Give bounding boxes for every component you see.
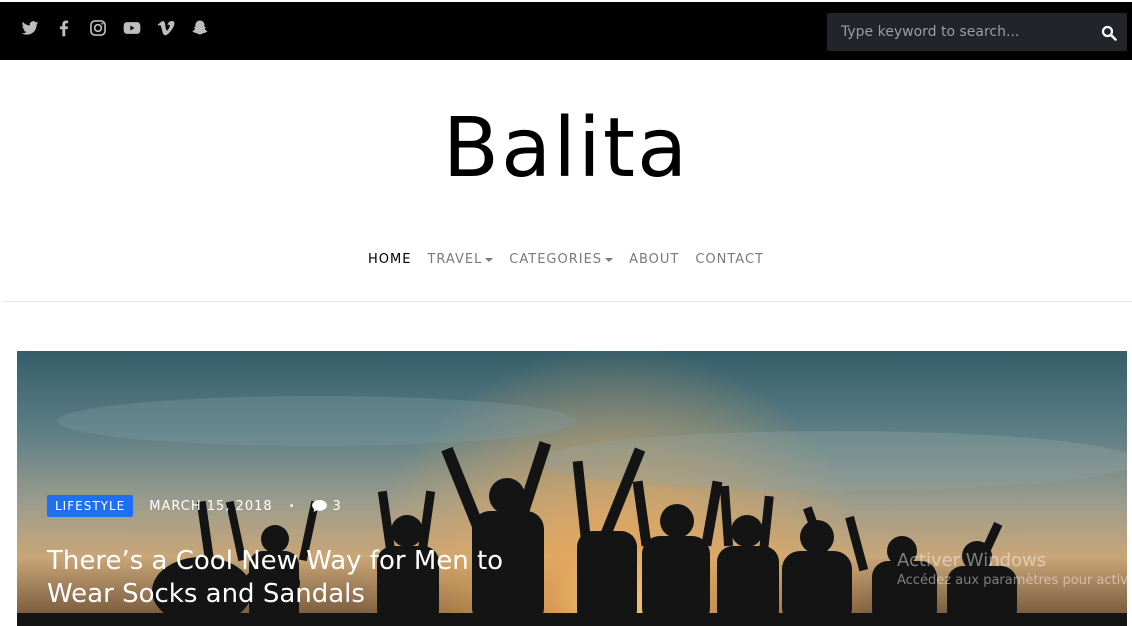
site-logo[interactable]: Balita [0,108,1132,190]
comment-count-value: 3 [332,498,342,514]
nav-item-label: CONTACT [695,252,764,267]
caret-down-icon [605,257,614,262]
nav-item-home[interactable]: HOME [368,252,411,267]
windows-activation-watermark: Activer Windows Accédez aux paramètres p… [897,550,1132,588]
twitter-icon[interactable] [20,17,40,39]
vimeo-icon[interactable] [156,17,176,39]
search-icon[interactable] [1101,25,1117,41]
header-divider [2,301,1132,302]
nav-item-label: CATEGORIES [509,252,603,267]
main-nav: HOME TRAVEL CATEGORIES ABOUT CONTACT [0,252,1132,267]
watermark-line-1: Activer Windows [897,550,1047,571]
post-title-line-2: Wear Socks and Sandals [47,579,365,609]
nav-item-categories[interactable]: CATEGORIES [509,252,614,267]
nav-item-label: HOME [367,252,412,267]
top-bar [0,2,1132,60]
nav-item-contact[interactable]: CONTACT [695,252,764,267]
comments-icon [311,500,327,512]
instagram-icon[interactable] [88,17,108,39]
search-box [827,13,1127,51]
nav-item-about[interactable]: ABOUT [629,252,679,267]
nav-item-travel[interactable]: TRAVEL [427,252,494,267]
caret-down-icon [485,257,494,262]
search-input[interactable] [827,13,1087,51]
category-badge[interactable]: LIFESTYLE [47,495,134,517]
post-title[interactable]: There’s a Cool New Way for Men to Wear S… [47,545,567,611]
meta-separator: • [288,500,296,512]
facebook-icon[interactable] [54,17,74,39]
post-title-line-1: There’s a Cool New Way for Men to [47,546,504,576]
comment-count[interactable]: 3 [311,498,342,514]
youtube-icon[interactable] [122,17,142,39]
social-links [20,17,210,39]
nav-item-label: ABOUT [629,252,680,267]
watermark-line-2: Accédez aux paramètres pour activer Wind… [897,573,1132,588]
snapchat-icon[interactable] [190,17,210,39]
nav-item-label: TRAVEL [427,252,483,267]
post-date: MARCH 15, 2018 [149,498,273,514]
post-meta: LIFESTYLE MARCH 15, 2018 • 3 [47,495,342,517]
